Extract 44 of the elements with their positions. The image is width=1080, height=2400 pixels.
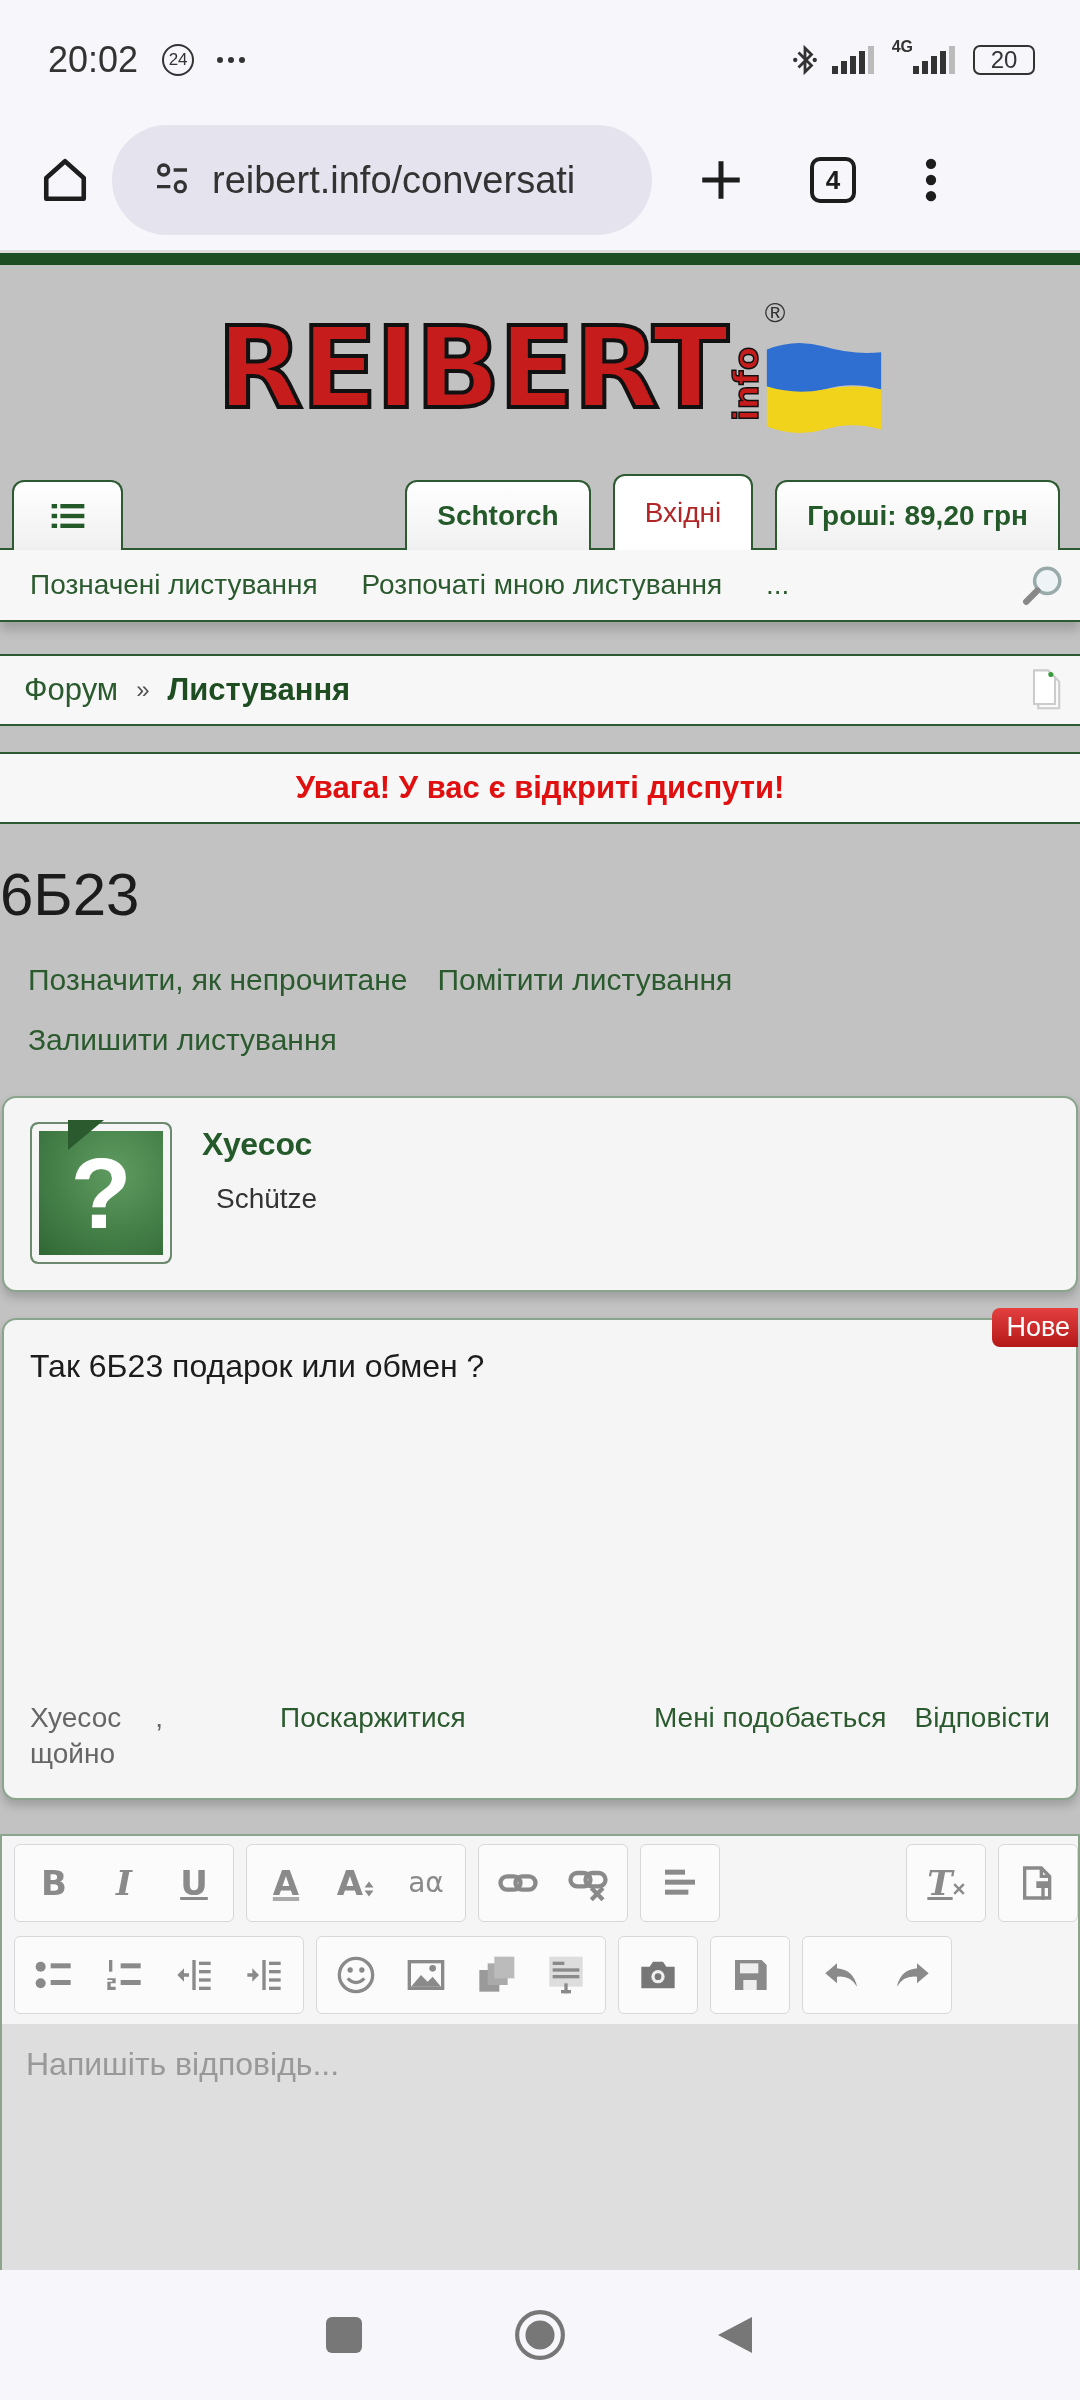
network-type: 4G: [891, 38, 913, 56]
smiley-icon: [336, 1954, 376, 1995]
breadcrumb-link[interactable]: Листування: [167, 672, 351, 708]
meta-separator: ,: [155, 1702, 163, 1734]
subnav-link[interactable]: Позначені листування: [30, 569, 318, 601]
message-action-link[interactable]: Поскаржитися: [280, 1702, 466, 1734]
message-time: щойно: [30, 1738, 116, 1770]
conversation-title: 6Б23: [0, 859, 141, 930]
conversation-action-link[interactable]: Помітити листування: [437, 950, 733, 1010]
subnav-link[interactable]: ...: [766, 569, 790, 601]
username-link[interactable]: Хуесос: [202, 1126, 318, 1163]
avatar[interactable]: ?: [30, 1122, 172, 1264]
status-time: 20:02: [48, 39, 139, 81]
menu-tab[interactable]: [12, 480, 123, 550]
film-strip-icon: [476, 1954, 516, 1995]
up-down-arrows-icon: [363, 1880, 376, 1898]
tab-count-button[interactable]: 4: [810, 157, 856, 203]
alert-message: Увага! У вас є відкриті диспути!: [295, 770, 785, 806]
conversation-action-link[interactable]: Позначити, як непрочитане: [28, 950, 408, 1010]
new-badge: Нове: [992, 1308, 1078, 1347]
template-icon: [546, 1954, 586, 1995]
breadcrumb-separator: »: [136, 676, 150, 704]
recents-icon[interactable]: [324, 2315, 364, 2355]
user-rank: Schütze: [216, 1183, 318, 1215]
more-notifications-icon: [216, 56, 247, 64]
address-bar[interactable]: reibert.info/conversati: [112, 125, 652, 235]
breadcrumb-link[interactable]: Форум: [24, 672, 119, 708]
message-action-link[interactable]: Відповісти: [914, 1702, 1050, 1734]
nav-tab[interactable]: Вхідні: [612, 474, 754, 550]
notification-count: 24: [162, 44, 195, 76]
search-icon[interactable]: [1022, 564, 1064, 606]
conversation-action-link[interactable]: Залишити листування: [28, 1010, 337, 1070]
message-author[interactable]: Хуесос: [30, 1702, 122, 1734]
registered-mark: ®: [764, 297, 786, 329]
nav-tab[interactable]: Гроші: 89,20 грн: [775, 480, 1060, 550]
nav-tab[interactable]: Schtorch: [405, 480, 591, 550]
menu-icon[interactable]: [924, 158, 938, 202]
reply-field[interactable]: Напишіть відповідь...: [2, 2024, 1078, 2270]
message-text: Так 6Б23 подарок или обмен ?: [30, 1348, 486, 1385]
message-action-link[interactable]: Мені подобається: [653, 1702, 887, 1734]
bluetooth-icon: [791, 43, 818, 77]
site-logo-suffix: info: [725, 346, 766, 421]
battery-indicator: 20: [973, 45, 1035, 75]
subnav-link[interactable]: Розпочаті мною листування: [361, 569, 723, 601]
